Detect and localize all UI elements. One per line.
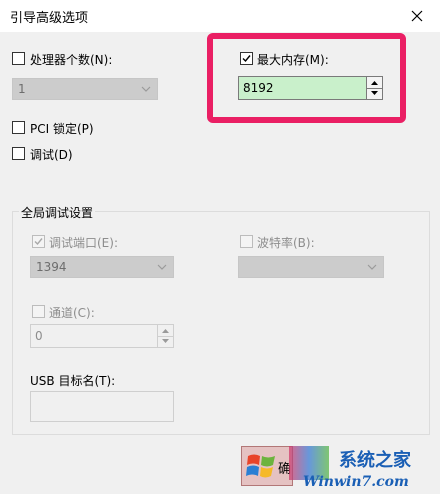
highlight-box (207, 33, 406, 123)
usb-target-label: USB 目标名(T): (30, 374, 116, 388)
baud-rate-select[interactable] (238, 256, 384, 278)
debug-port-checkbox[interactable] (32, 235, 45, 248)
usb-target-input[interactable] (30, 391, 174, 422)
debug-checkbox[interactable] (12, 147, 25, 160)
channel-checkbox[interactable] (32, 305, 45, 318)
baud-rate-checkbox[interactable] (240, 235, 253, 248)
debug-port-label: 调试端口(E): (49, 236, 118, 250)
processor-count-label: 处理器个数(N): (30, 53, 113, 67)
watermark-title: 系统之家 (339, 450, 411, 471)
decrement-button[interactable] (158, 336, 173, 347)
baud-rate-label: 波特率(B): (257, 236, 315, 250)
global-debug-title: 全局调试设置 (19, 204, 96, 221)
processor-count-select[interactable]: 1 (12, 78, 158, 100)
ok-button-fragment[interactable]: 确 (241, 446, 293, 486)
windows-logo-icon (246, 454, 275, 478)
watermark: 确 系统之家 Winwin7.com (241, 446, 440, 494)
processor-count-checkbox[interactable] (12, 52, 25, 65)
chevron-down-icon (141, 86, 151, 92)
processor-count-value: 1 (18, 82, 26, 96)
channel-stepper[interactable]: 0 (30, 324, 174, 348)
watermark-url: Winwin7.com (303, 474, 409, 490)
channel-value: 0 (35, 329, 43, 343)
arrow-up-icon (162, 329, 169, 333)
debug-port-value: 1394 (36, 260, 67, 274)
arrow-down-icon (162, 339, 169, 343)
channel-label: 通道(C): (49, 306, 95, 320)
pci-lock-checkbox[interactable] (12, 121, 25, 134)
close-button[interactable] (394, 0, 440, 32)
debug-label: 调试(D) (30, 148, 73, 162)
pci-lock-label: PCI 锁定(P) (30, 122, 94, 136)
debug-port-select[interactable]: 1394 (30, 256, 174, 278)
chevron-down-icon (367, 264, 377, 270)
checkmark-icon (34, 238, 43, 246)
close-icon (411, 10, 423, 22)
window-title: 引导高级选项 (10, 11, 89, 26)
chevron-down-icon (157, 264, 167, 270)
